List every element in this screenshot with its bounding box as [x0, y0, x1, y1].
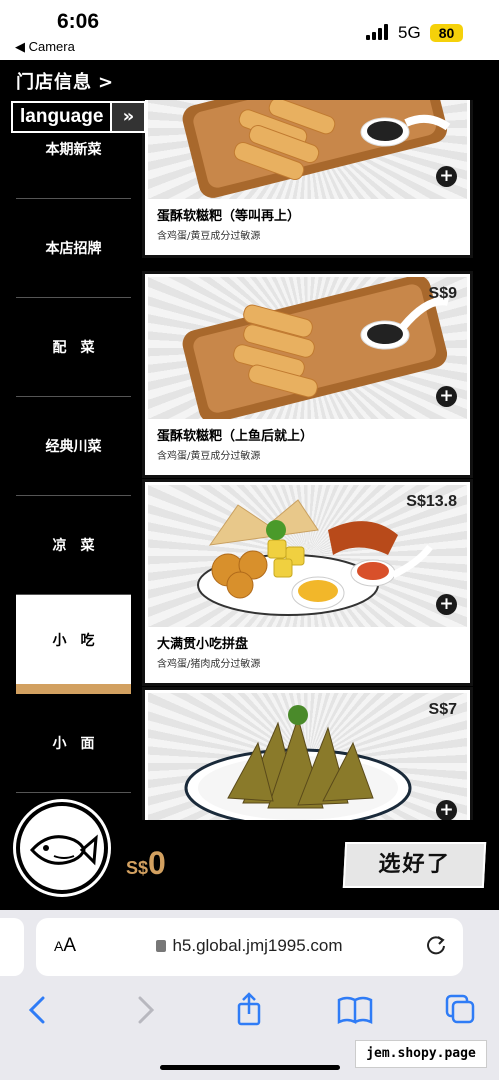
category-label: 经典川菜: [45, 439, 102, 455]
url-text: h5.global.jmj1995.com: [172, 936, 343, 955]
category-snacks[interactable]: 小 吃: [16, 595, 131, 694]
signal-icon: [366, 24, 390, 40]
category-label: 配 菜: [52, 340, 95, 356]
category-label: 小 面: [52, 736, 95, 752]
currency-label: S$: [126, 858, 149, 878]
menu-item-card[interactable]: + 蛋酥软糍粑（等叫再上） 含鸡蛋/黄豆成分过敏源: [145, 100, 470, 255]
bookmarks-icon[interactable]: [335, 990, 375, 1030]
menu-item-card[interactable]: S$9 + 蛋酥软糍粑（上鱼后就上） 含鸡蛋/黄豆成分过敏源: [145, 274, 470, 475]
forward-arrow-icon[interactable]: [125, 990, 165, 1030]
menu-item-card[interactable]: S$13.8 + 大满贯小吃拼盘 含鸡蛋/猪肉成分过敏源: [145, 482, 470, 683]
category-cold[interactable]: 凉 菜: [16, 496, 131, 595]
store-info-label: 门店信息: [16, 72, 92, 93]
category-sichuan[interactable]: 经典川菜: [16, 397, 131, 496]
language-label: language: [11, 101, 113, 133]
total-amount: 0: [148, 845, 166, 881]
checkout-button[interactable]: 选好了: [342, 842, 487, 888]
fried-cones-image: [184, 705, 412, 828]
fish-icon: [29, 834, 98, 866]
category-label: 本期新菜: [45, 142, 102, 158]
chevron-right-icon: >: [98, 72, 115, 93]
dish-image: S$7 +: [148, 693, 467, 833]
back-arrow-icon[interactable]: [18, 990, 58, 1030]
menu-list: + 蛋酥软糍粑（等叫再上） 含鸡蛋/黄豆成分过敏源 S$9 + 蛋酥软糍粑（上鱼…: [131, 100, 483, 885]
category-noodles[interactable]: 小 面: [16, 694, 131, 793]
dish-image: S$13.8 +: [148, 485, 467, 627]
clock: 6:06: [57, 10, 100, 33]
allergen-note: 含鸡蛋/黄豆成分过敏源: [157, 231, 261, 242]
dish-price: S$13.8: [406, 493, 457, 510]
reload-icon[interactable]: [425, 934, 447, 956]
dish-image: S$9 +: [148, 277, 467, 419]
store-info-link[interactable]: 门店信息 >: [16, 68, 114, 94]
url-text-wrap: h5.global.jmj1995.com: [36, 936, 463, 956]
dish-image: +: [148, 100, 467, 199]
watermark-label: jem.shopy.page: [355, 1040, 487, 1068]
menu-app: 门店信息 > 本期新菜 本店招牌 配 菜 经典川菜 凉 菜 小 吃 小 面 lan…: [0, 60, 499, 910]
ciba-plate-image: [182, 100, 451, 198]
allergen-note: 含鸡蛋/黄豆成分过敏源: [157, 451, 261, 462]
dish-name: 蛋酥软糍粑（上鱼后就上）: [157, 429, 314, 444]
category-sidebar: 本期新菜 本店招牌 配 菜 经典川菜 凉 菜 小 吃 小 面: [16, 100, 131, 793]
category-signature[interactable]: 本店招牌: [16, 199, 131, 298]
menu-item-card[interactable]: S$7 +: [145, 690, 470, 836]
add-to-cart-button[interactable]: +: [436, 594, 457, 615]
category-label: 小 吃: [52, 632, 95, 649]
category-label: 凉 菜: [52, 538, 95, 554]
add-to-cart-button[interactable]: +: [436, 800, 457, 821]
language-toggle[interactable]: language »: [11, 101, 147, 133]
share-icon[interactable]: [229, 990, 269, 1030]
add-to-cart-button[interactable]: +: [436, 386, 457, 407]
allergen-note: 含鸡蛋/猪肉成分过敏源: [157, 659, 261, 670]
previous-tab[interactable]: [0, 918, 24, 976]
home-indicator: [160, 1065, 340, 1070]
back-to-camera-link[interactable]: ◀ Camera: [15, 39, 75, 55]
lock-icon: [156, 940, 167, 952]
status-bar: 6:06 ◀ Camera 5G 80: [0, 0, 499, 60]
battery-indicator: 80: [430, 24, 463, 42]
double-chevron-icon: »: [112, 101, 147, 133]
fish-logo: [16, 802, 108, 894]
dish-name: 蛋酥软糍粑（等叫再上）: [157, 209, 301, 224]
category-label: 本店招牌: [45, 241, 102, 257]
network-type: 5G: [398, 23, 421, 42]
cart-total: S$0: [126, 845, 166, 882]
tabs-icon[interactable]: [441, 990, 481, 1030]
address-bar[interactable]: AA h5.global.jmj1995.com: [36, 918, 463, 976]
add-to-cart-button[interactable]: +: [436, 166, 457, 187]
dish-name: 大满贯小吃拼盘: [157, 637, 249, 652]
dish-price: S$9: [428, 285, 457, 302]
category-sides[interactable]: 配 菜: [16, 298, 131, 397]
ciba-plate-image: [182, 277, 449, 419]
dish-price: S$7: [428, 701, 457, 718]
